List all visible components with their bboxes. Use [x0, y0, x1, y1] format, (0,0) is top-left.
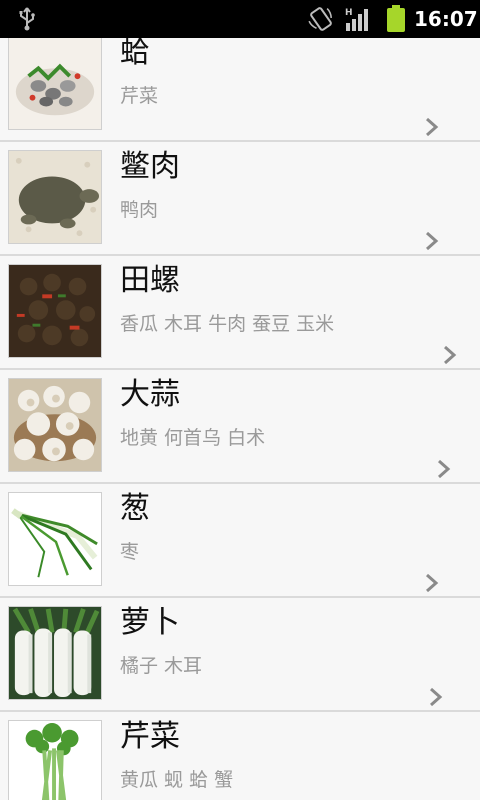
radish-image [8, 606, 102, 700]
item-subtitle: 香瓜 木耳 牛肉 蚕豆 玉米 [120, 313, 335, 335]
item-subtitle: 橘子 木耳 [120, 655, 203, 677]
usb-icon [19, 7, 35, 31]
signal-h-icon: H [345, 8, 368, 31]
list-item[interactable]: 葱 枣 [0, 484, 480, 598]
item-title: 芹菜 [120, 719, 180, 754]
food-list[interactable]: 蛤 芹菜 鳖肉 鸭肉 田螺 香瓜 木耳 牛肉 蚕豆 玉米 大蒜 地黄 何首乌 白… [0, 38, 480, 800]
item-title: 葱 [120, 491, 150, 526]
item-subtitle: 鸭肉 [120, 199, 159, 221]
list-item[interactable]: 鳖肉 鸭肉 [0, 142, 480, 256]
chevron-right-icon [426, 117, 439, 137]
river-snail-image [8, 264, 102, 358]
item-subtitle: 地黄 何首乌 白术 [120, 427, 266, 449]
chevron-right-icon [430, 687, 443, 707]
chevron-right-icon [426, 231, 439, 251]
list-item[interactable]: 蛤 芹菜 [0, 38, 480, 142]
item-title: 田螺 [120, 263, 180, 298]
softshell-turtle-image [8, 150, 102, 244]
item-subtitle: 芹菜 [120, 85, 159, 107]
item-title: 萝卜 [120, 605, 180, 640]
battery-icon [387, 5, 405, 32]
item-title: 蛤 [120, 38, 150, 70]
screen-rotation-icon [308, 7, 333, 31]
list-item[interactable]: 田螺 香瓜 木耳 牛肉 蚕豆 玉米 [0, 256, 480, 370]
item-title: 大蒜 [120, 377, 180, 412]
status-bar: H 16:07 [0, 0, 480, 38]
status-time: 16:07 [414, 7, 478, 31]
garlic-image [8, 378, 102, 472]
list-item[interactable]: 大蒜 地黄 何首乌 白术 [0, 370, 480, 484]
chevron-right-icon [426, 573, 439, 593]
item-subtitle: 黄瓜 蚬 蛤 蟹 [120, 769, 234, 791]
item-title: 鳖肉 [120, 149, 180, 184]
chevron-right-icon [444, 345, 457, 365]
chevron-right-icon [438, 459, 451, 479]
svg-text:H: H [345, 8, 353, 18]
scallion-image [8, 492, 102, 586]
list-item[interactable]: 萝卜 橘子 木耳 [0, 598, 480, 712]
celery-image [8, 720, 102, 800]
list-item[interactable]: 芹菜 黄瓜 蚬 蛤 蟹 [0, 712, 480, 800]
item-subtitle: 枣 [120, 541, 140, 563]
clam-dish-image [8, 38, 102, 130]
